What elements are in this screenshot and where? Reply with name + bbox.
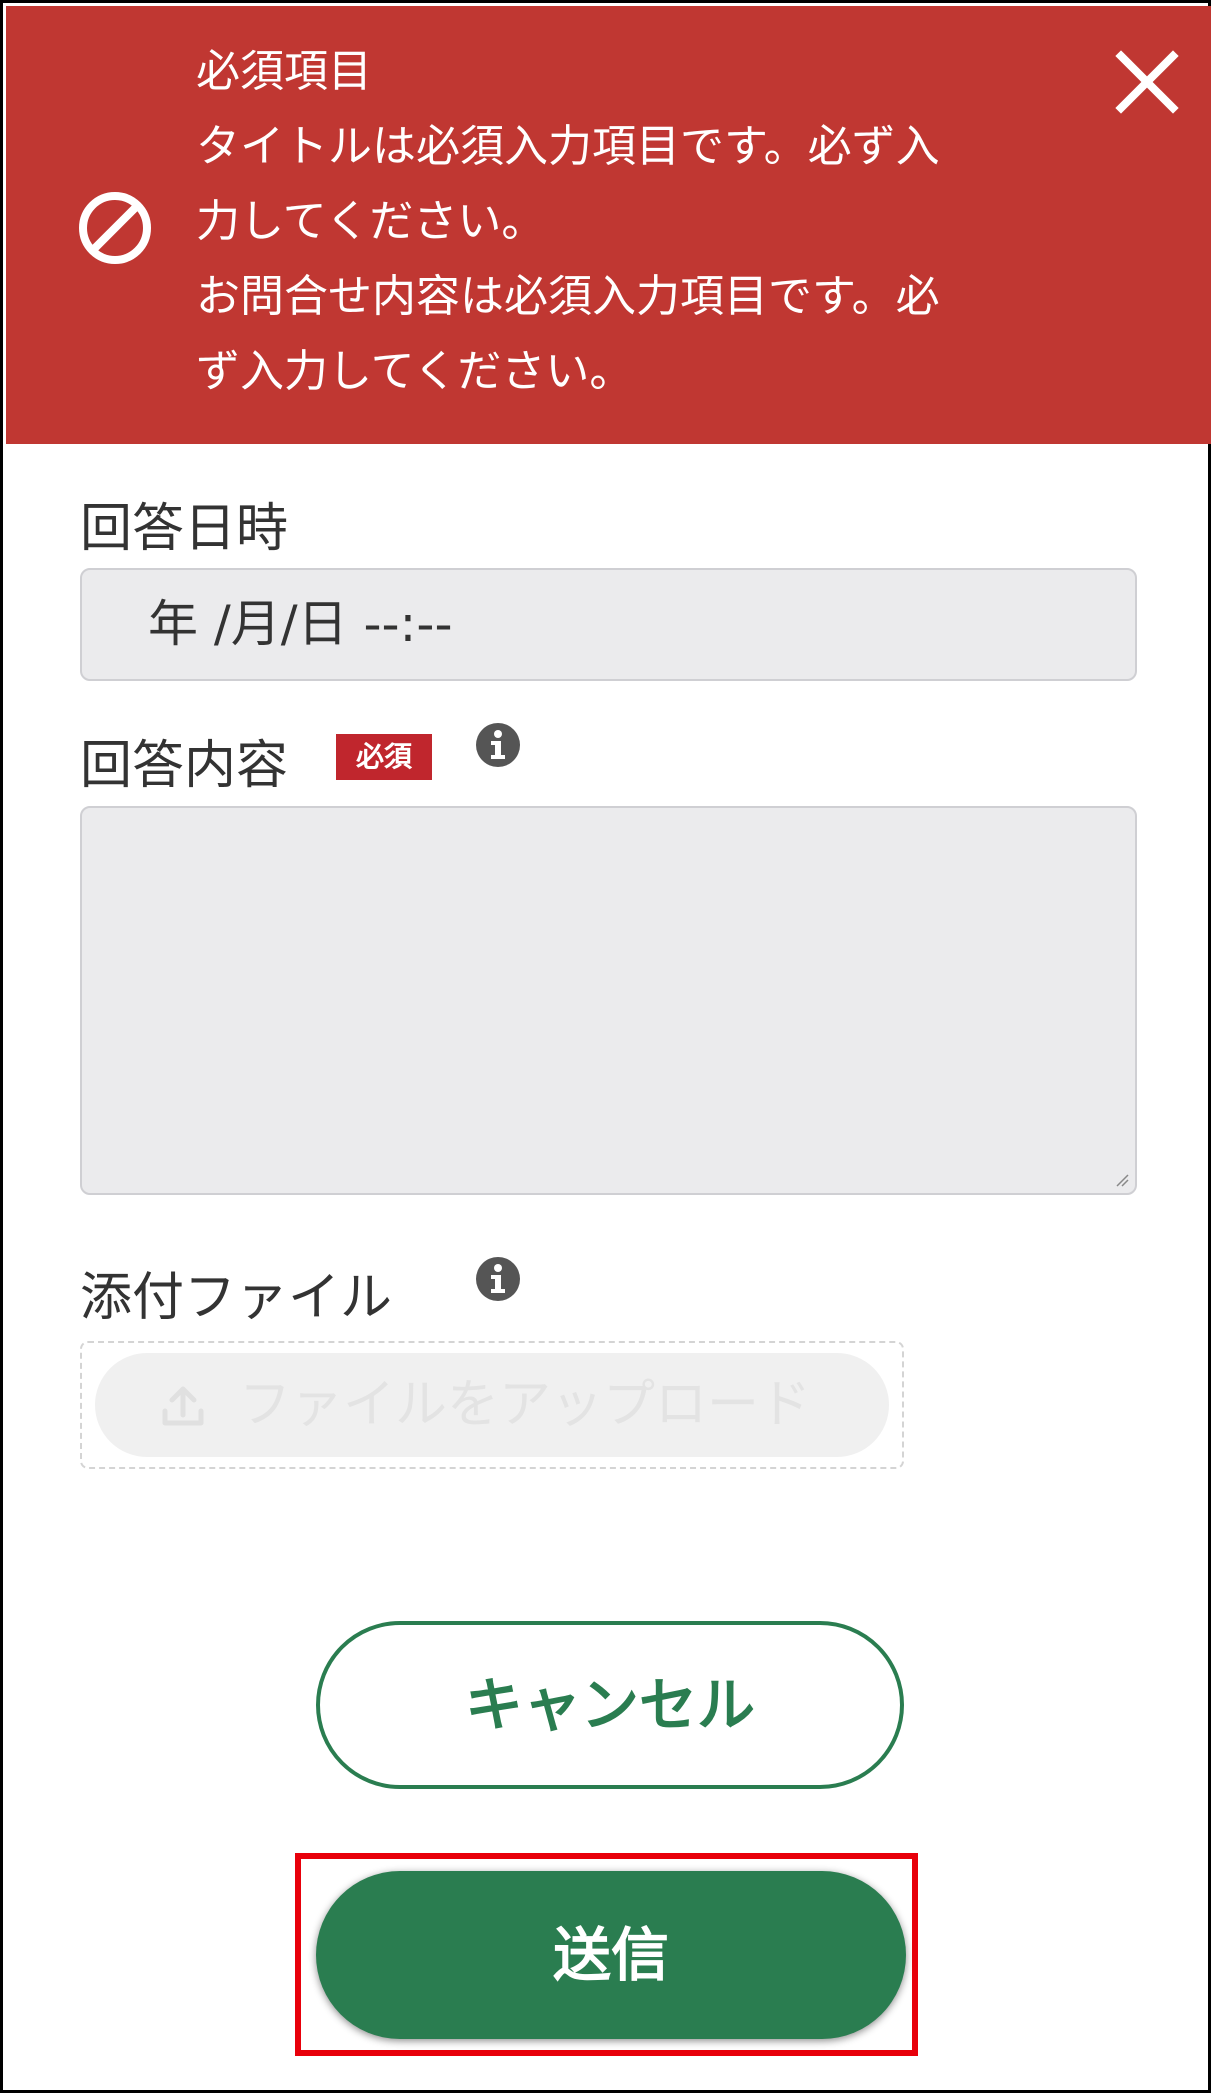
upload-file-label: ファイルをアップロード: [239, 1375, 812, 1435]
error-message: 必須項目 タイトルは必須入力項目です。必ず入 力してください。 お問合せ内容は必…: [196, 34, 1056, 409]
error-line: ず入力してください。: [196, 346, 634, 397]
error-line: タイトルは必須入力項目です。必ず入: [196, 121, 940, 172]
response-datetime-label: 回答日時: [80, 499, 289, 559]
submit-button[interactable]: 送信: [316, 1871, 906, 2039]
required-badge: 必須: [336, 734, 432, 780]
error-line: 力してください。: [196, 196, 546, 247]
response-datetime-input[interactable]: 年 /月/日 --:--: [80, 568, 1137, 681]
resize-handle-icon[interactable]: [1115, 1173, 1129, 1187]
info-icon[interactable]: [474, 721, 522, 769]
error-banner: 必須項目 タイトルは必須入力項目です。必ず入 力してください。 お問合せ内容は必…: [6, 6, 1211, 444]
form-panel: 必須項目 タイトルは必須入力項目です。必ず入 力してください。 お問合せ内容は必…: [0, 0, 1211, 2093]
upload-icon: [159, 1381, 207, 1429]
attachment-label: 添付ファイル: [80, 1268, 393, 1328]
file-drop-zone[interactable]: ファイルをアップロード: [80, 1341, 904, 1469]
prohibited-icon: [75, 188, 155, 268]
response-content-label: 回答内容: [80, 736, 289, 796]
error-title: 必須項目: [196, 46, 372, 97]
upload-file-button[interactable]: ファイルをアップロード: [95, 1353, 889, 1457]
cancel-button[interactable]: キャンセル: [316, 1621, 904, 1789]
error-line: お問合せ内容は必須入力項目です。必: [196, 271, 940, 322]
close-icon[interactable]: [1113, 48, 1181, 116]
info-icon[interactable]: [474, 1255, 522, 1303]
response-content-textarea[interactable]: [80, 806, 1137, 1195]
